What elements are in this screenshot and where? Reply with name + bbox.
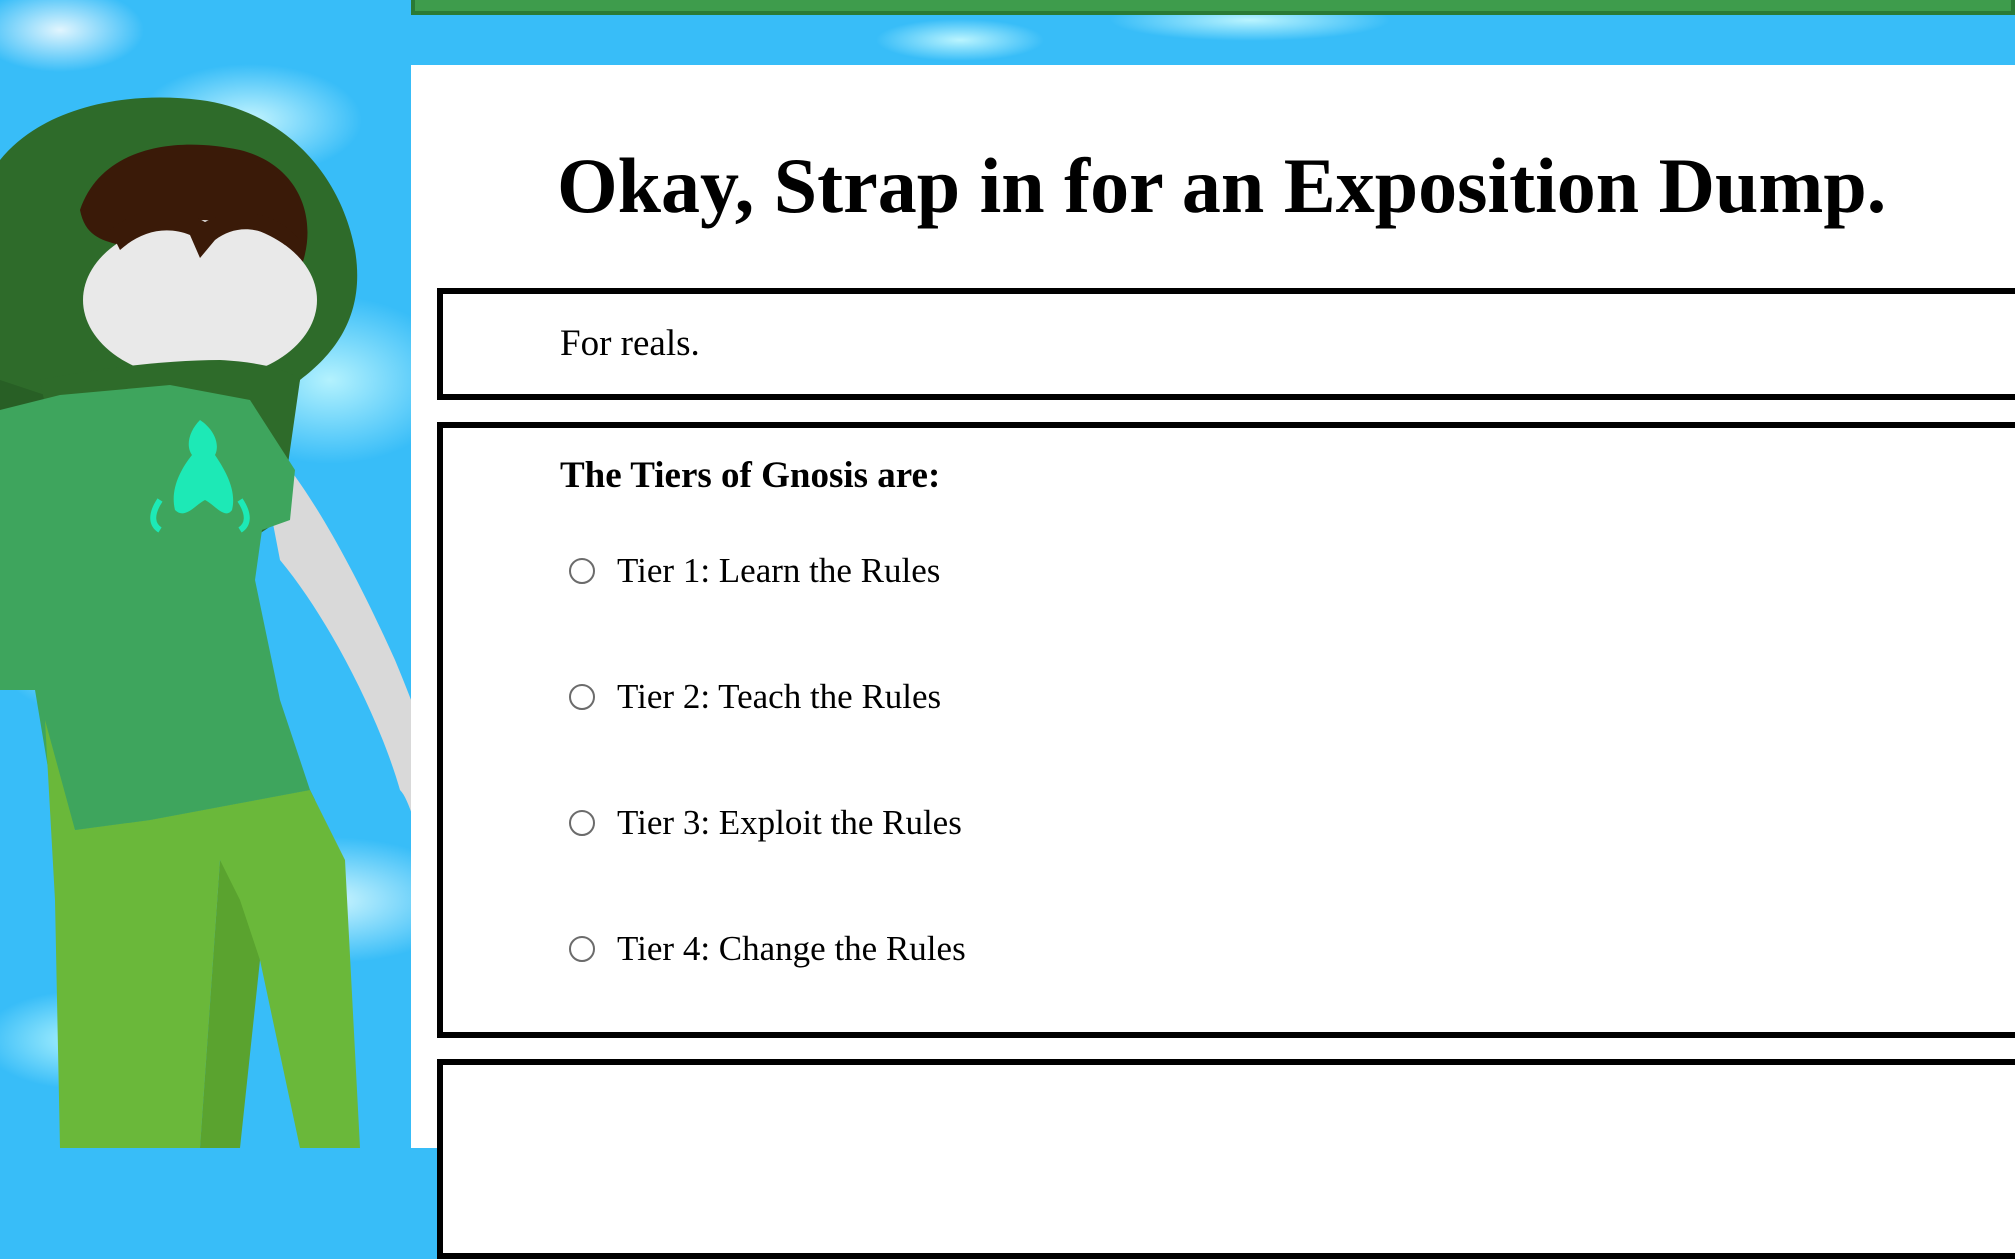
tier-4-option[interactable]: Tier 4: Change the Rules: [569, 924, 966, 974]
page-title: Okay, Strap in for an Exposition Dump.: [557, 142, 1887, 229]
tier-3-label[interactable]: Tier 3: Exploit the Rules: [617, 803, 962, 843]
next-box: [437, 1059, 2015, 1259]
tiers-heading: The Tiers of Gnosis are:: [560, 455, 941, 496]
tier-4-label[interactable]: Tier 4: Change the Rules: [617, 929, 966, 969]
tier-1-radio[interactable]: [569, 558, 595, 584]
intro-box: For reals.: [437, 288, 2015, 400]
tier-1-option[interactable]: Tier 1: Learn the Rules: [569, 546, 940, 596]
tier-1-label[interactable]: Tier 1: Learn the Rules: [617, 551, 940, 591]
content-panel: Okay, Strap in for an Exposition Dump. F…: [411, 65, 2015, 1259]
tier-3-radio[interactable]: [569, 810, 595, 836]
tier-2-radio[interactable]: [569, 684, 595, 710]
tier-2-option[interactable]: Tier 2: Teach the Rules: [569, 672, 941, 722]
tier-4-radio[interactable]: [569, 936, 595, 962]
tier-3-option[interactable]: Tier 3: Exploit the Rules: [569, 798, 962, 848]
tiers-box: The Tiers of Gnosis are: Tier 1: Learn t…: [437, 422, 2015, 1038]
top-banner: [411, 0, 2015, 15]
intro-text: For reals.: [560, 323, 700, 364]
tier-2-label[interactable]: Tier 2: Teach the Rules: [617, 677, 941, 717]
